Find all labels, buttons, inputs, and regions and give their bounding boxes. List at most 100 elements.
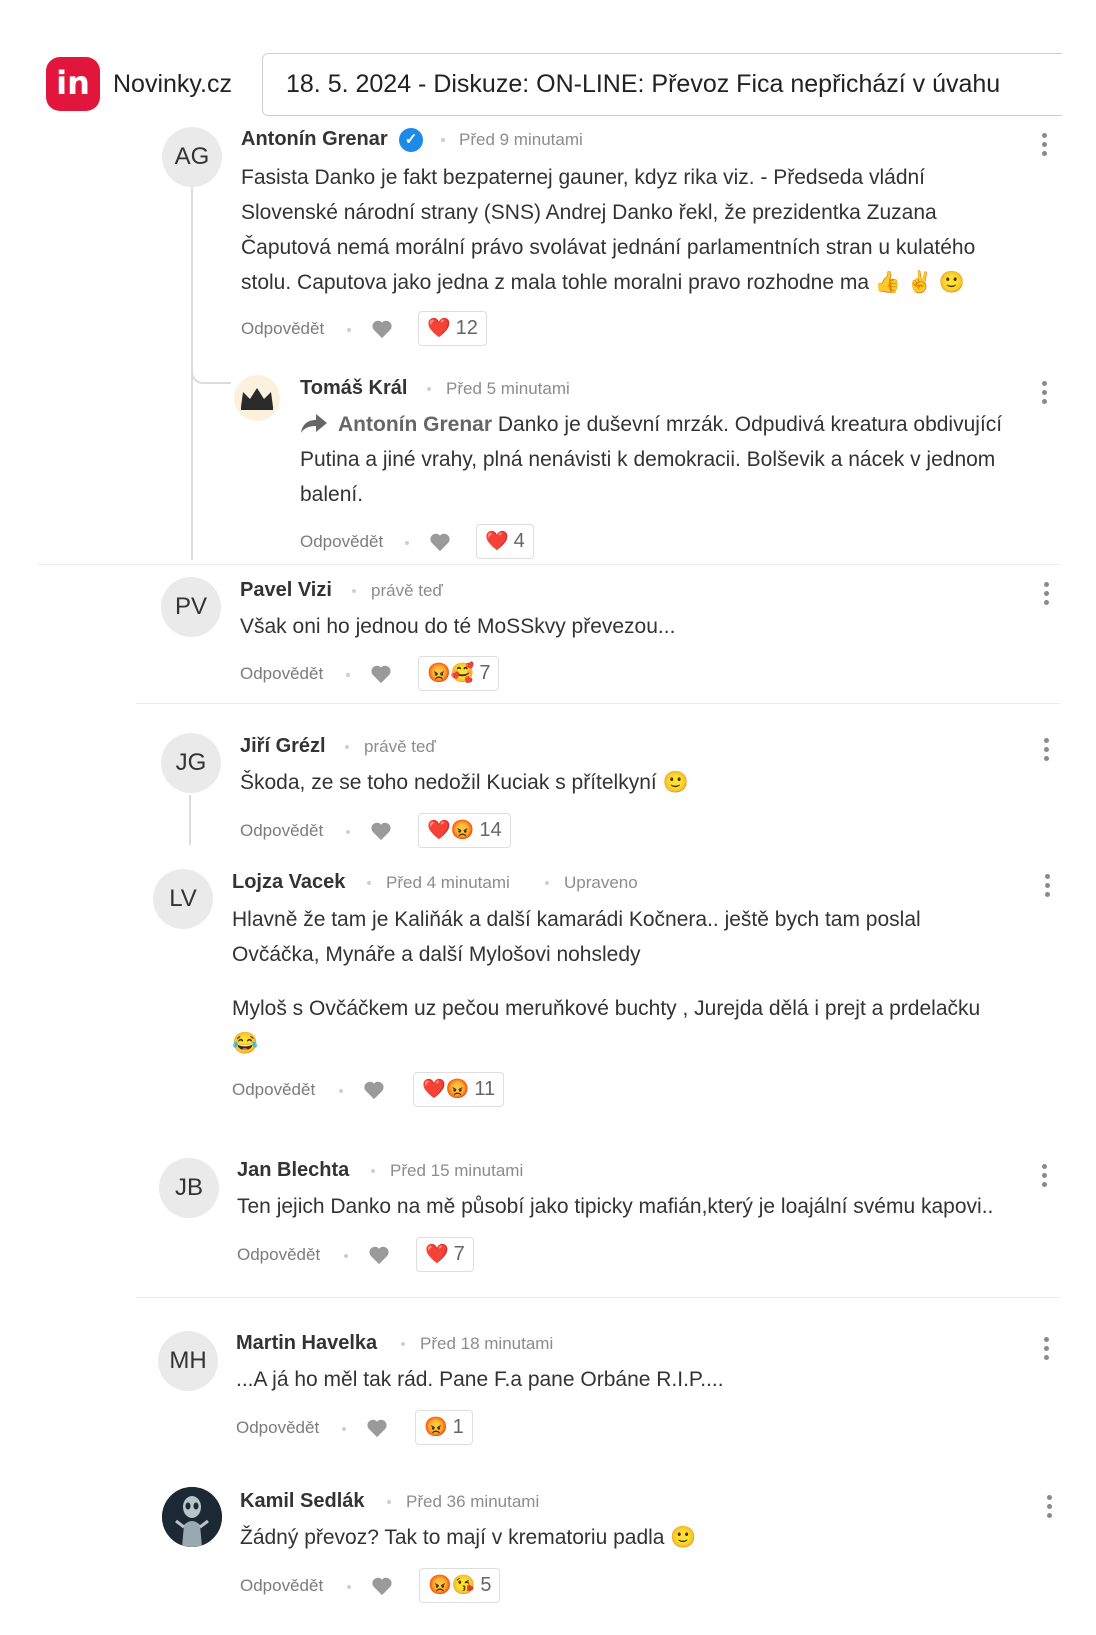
like-heart-icon[interactable] xyxy=(366,1418,388,1438)
comment-line: Putina a jiné vrahy, plná nenávisti k de… xyxy=(300,448,996,471)
reaction-counter[interactable]: 😡 1 xyxy=(415,1410,473,1445)
comment-time: právě teď xyxy=(364,737,436,756)
reaction-count: 14 xyxy=(479,819,502,841)
reaction-counter[interactable]: 😡🥰 7 xyxy=(418,656,500,691)
separator-dot xyxy=(346,830,350,834)
reply-button[interactable]: Odpovědět xyxy=(237,1245,320,1265)
alien-avatar-icon[interactable] xyxy=(162,1487,222,1547)
like-heart-icon[interactable] xyxy=(429,532,451,552)
reaction-emoji: ❤️ xyxy=(427,318,451,339)
comment-line: Slovenské národní strany (SNS) Andrej Da… xyxy=(241,201,937,224)
separator-dot xyxy=(346,673,350,677)
more-options-icon[interactable] xyxy=(1045,1495,1053,1519)
verified-badge-icon: ✓ xyxy=(399,128,423,152)
reaction-counter[interactable]: 😡😘 5 xyxy=(419,1568,501,1603)
separator-dot xyxy=(387,1500,391,1504)
comment-line: Myloš s Ovčáčkem uz pečou meruňkové buch… xyxy=(232,997,981,1020)
like-heart-icon[interactable] xyxy=(370,821,392,841)
more-options-icon[interactable] xyxy=(1040,133,1048,157)
more-options-icon[interactable] xyxy=(1040,381,1048,405)
comment-line: ...A já ho měl tak rád. Pane F.a pane Or… xyxy=(236,1368,724,1391)
separator-dot xyxy=(347,328,351,332)
like-heart-icon[interactable] xyxy=(368,1245,390,1265)
reaction-emoji: ❤️ xyxy=(425,1244,449,1265)
separator-dot xyxy=(401,1342,405,1346)
reaction-emoji: 😡 xyxy=(424,1417,448,1438)
comment-text: Škoda, ze se toho nedožil Kuciak s příte… xyxy=(240,765,1040,800)
separator-dot xyxy=(405,541,409,545)
reaction-emoji: ❤️😡 xyxy=(422,1079,470,1100)
separator-dot xyxy=(367,881,371,885)
avatar[interactable]: LV xyxy=(153,869,213,929)
comment-line: Škoda, ze se toho nedožil Kuciak s příte… xyxy=(240,771,689,794)
comment-time: Před 15 minutami xyxy=(390,1161,524,1180)
more-options-icon[interactable] xyxy=(1042,1337,1050,1361)
avatar[interactable]: JG xyxy=(161,733,221,793)
reaction-emoji: ❤️😡 xyxy=(427,820,475,841)
comment-author[interactable]: Jiří Grézl xyxy=(240,735,326,758)
comment-author[interactable]: Tomáš Král xyxy=(300,377,407,400)
thread-connector xyxy=(191,360,231,384)
comment-time: Před 9 minutami xyxy=(459,130,583,149)
reply-button[interactable]: Odpovědět xyxy=(240,664,323,684)
separator-dot xyxy=(427,387,431,391)
reaction-emoji: 😡🥰 xyxy=(427,663,475,684)
reaction-count: 11 xyxy=(474,1078,496,1100)
separator-dot xyxy=(347,1585,351,1589)
more-options-icon[interactable] xyxy=(1042,738,1050,762)
comment-line-text: Danko je duševní mrzák. Odpudivá kreatur… xyxy=(497,413,1003,436)
comment-line: 😂 xyxy=(232,1032,259,1055)
avatar[interactable]: PV xyxy=(161,577,221,637)
reply-button[interactable]: Odpovědět xyxy=(241,319,324,339)
separator xyxy=(136,703,1060,704)
reaction-counter[interactable]: ❤️ 4 xyxy=(476,524,534,559)
comment-line: Ovčáčka, Mynáře a další Mylošovi nohsled… xyxy=(232,943,641,966)
thread-line xyxy=(189,795,191,845)
reaction-count: 12 xyxy=(455,317,478,339)
comment-time: Před 18 minutami xyxy=(420,1334,554,1353)
like-heart-icon[interactable] xyxy=(371,1576,393,1596)
comment-author[interactable]: Jan Blechta xyxy=(237,1159,349,1182)
reaction-counter[interactable]: ❤️ 7 xyxy=(416,1237,474,1272)
avatar[interactable]: MH xyxy=(158,1331,218,1391)
crown-shape xyxy=(241,388,273,410)
comment-line: Žádný převoz? Tak to mají v krematoriu p… xyxy=(240,1526,697,1549)
comment-time: Před 4 minutami xyxy=(386,873,510,892)
comment-line: Fasista Danko je fakt bezpaternej gauner… xyxy=(241,166,926,189)
comment-text: ...A já ho měl tak rád. Pane F.a pane Or… xyxy=(236,1362,1066,1397)
reply-button[interactable]: Odpovědět xyxy=(236,1418,319,1438)
like-heart-icon[interactable] xyxy=(363,1080,385,1100)
reply-button[interactable]: Odpovědět xyxy=(300,532,383,552)
reply-button[interactable]: Odpovědět xyxy=(240,1576,323,1596)
comment-text: Však oni ho jednou do té MoSSkvy převezo… xyxy=(240,609,1040,644)
comment-author[interactable]: Lojza Vacek xyxy=(232,871,345,894)
site-name[interactable]: Novinky.cz xyxy=(113,70,232,99)
more-options-icon[interactable] xyxy=(1043,874,1051,898)
reaction-counter[interactable]: ❤️😡 14 xyxy=(418,813,511,848)
reaction-counter[interactable]: ❤️ 12 xyxy=(418,311,487,346)
separator-dot xyxy=(344,1254,348,1258)
reaction-count: 7 xyxy=(479,662,491,684)
article-headline[interactable]: 18. 5. 2024 - Diskuze: ON-LINE: Převoz F… xyxy=(262,53,1062,116)
more-options-icon[interactable] xyxy=(1042,582,1050,606)
comment-author[interactable]: Pavel Vizi xyxy=(240,579,332,602)
reply-button[interactable]: Odpovědět xyxy=(232,1080,315,1100)
like-heart-icon[interactable] xyxy=(370,664,392,684)
avatar[interactable]: AG xyxy=(162,127,222,187)
site-logo[interactable]: in xyxy=(46,57,100,111)
like-heart-icon[interactable] xyxy=(371,319,393,339)
comment-author[interactable]: Martin Havelka xyxy=(236,1332,377,1355)
reply-button[interactable]: Odpovědět xyxy=(240,821,323,841)
avatar[interactable]: JB xyxy=(159,1158,219,1218)
separator xyxy=(136,1297,1060,1298)
more-options-icon[interactable] xyxy=(1040,1164,1048,1188)
crown-icon[interactable] xyxy=(234,375,280,421)
comment-author[interactable]: Kamil Sedlák xyxy=(240,1490,365,1513)
comment-text: Žádný převoz? Tak to mají v krematoriu p… xyxy=(240,1520,1070,1555)
comment-line: Hlavně že tam je Kaliňák a další kamarád… xyxy=(232,908,921,931)
separator-dot xyxy=(342,1427,346,1431)
mention-link[interactable]: Antonín Grenar xyxy=(338,413,492,436)
reaction-counter[interactable]: ❤️😡 11 xyxy=(413,1072,505,1107)
comment-author[interactable]: Antonín Grenar xyxy=(241,128,388,151)
comment-text: Hlavně že tam je Kaliňák a další kamarád… xyxy=(232,902,1062,972)
